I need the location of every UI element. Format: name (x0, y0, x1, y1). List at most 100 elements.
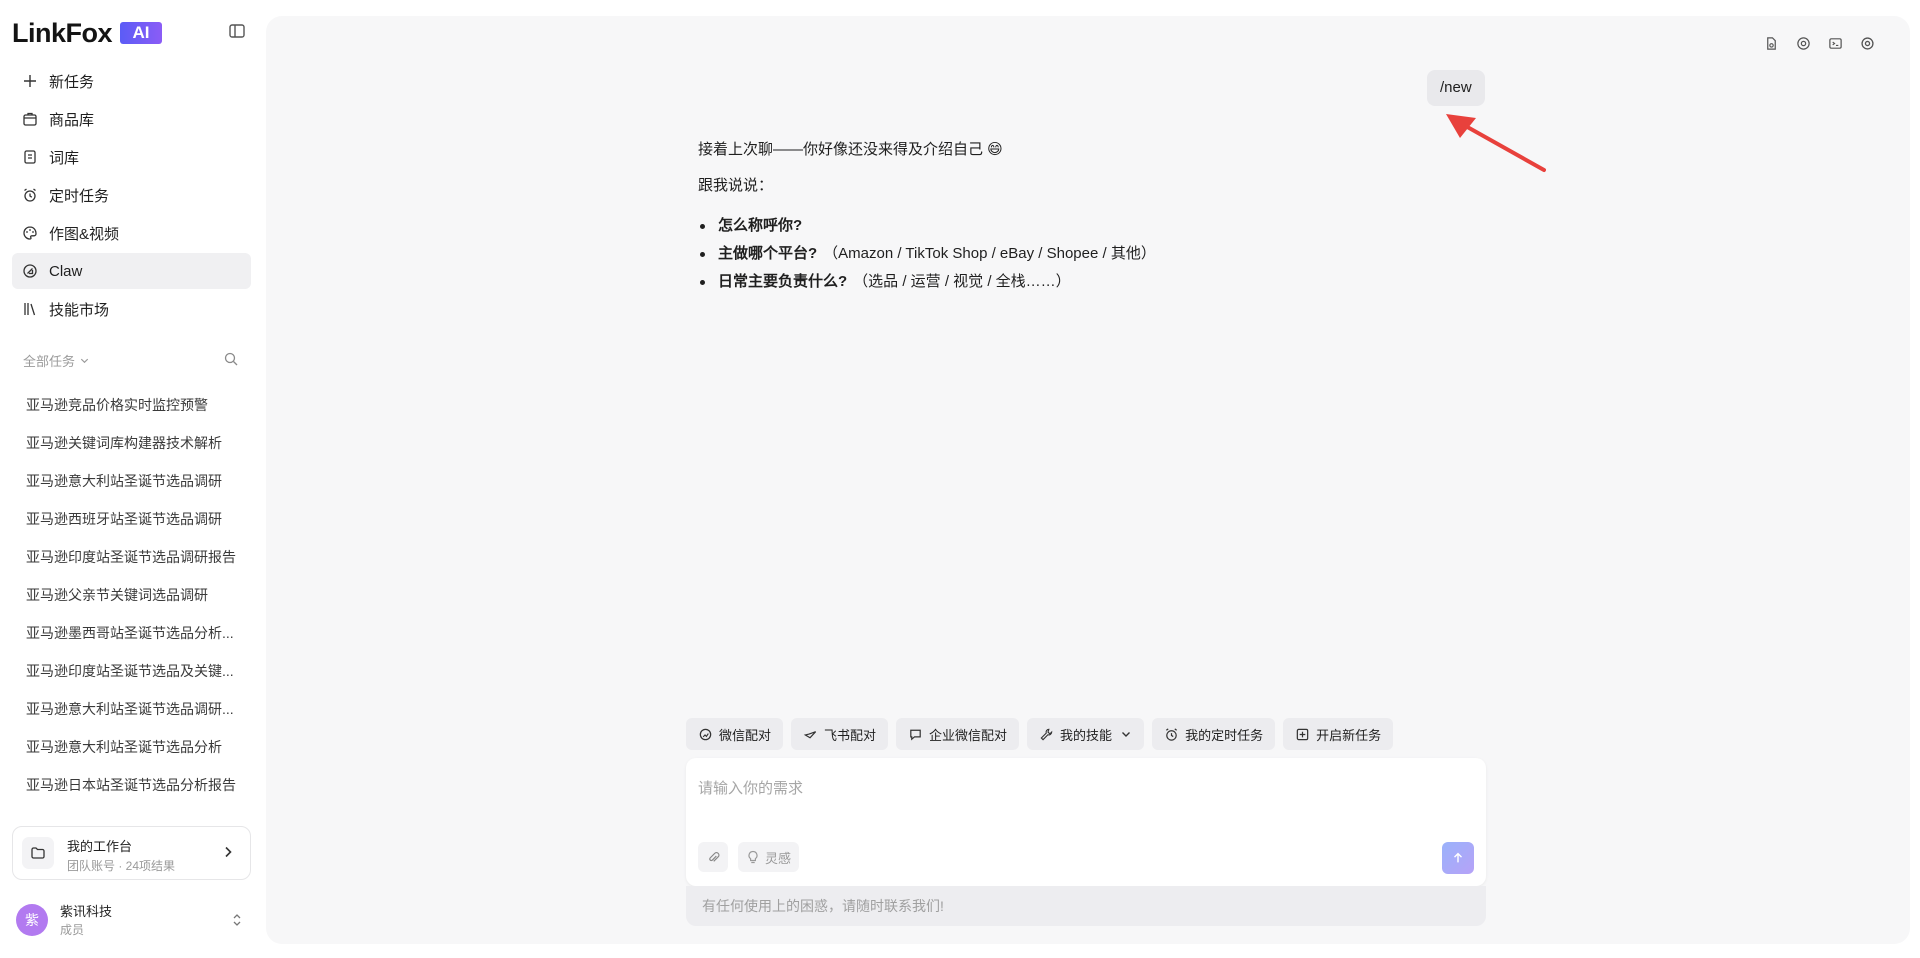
nav-label: 技能市场 (49, 301, 110, 319)
bullet-question: 主做哪个平台? (718, 245, 818, 262)
nav-label: 词库 (49, 149, 80, 167)
folder-icon (22, 837, 54, 869)
list-item: 日常主要负责什么? （选品 / 运营 / 视觉 / 全栈……） (698, 268, 1458, 296)
bullet-question: 怎么称呼你? (718, 217, 803, 234)
assistant-bullet-list: 怎么称呼你? 主做哪个平台? （Amazon / TikTok Shop / eB… (698, 212, 1458, 296)
wechat-pair-button[interactable]: 微信配对 (686, 718, 784, 750)
wrench-icon (1039, 727, 1054, 742)
paperclip-icon[interactable] (698, 842, 728, 872)
sidebar: LinkFox AI 新任务 商品库 词库 定时任务 作图&视频 Claw 技能… (0, 0, 264, 958)
chevron-updown-icon (230, 912, 244, 928)
inspiration-button[interactable]: 灵感 (738, 842, 800, 872)
bullet-question: 日常主要负责什么? (718, 273, 848, 290)
chevron-down-icon (79, 354, 90, 369)
avatar: 紫 (16, 904, 48, 936)
nav-item-lexicon[interactable]: 词库 (12, 139, 251, 175)
workspace-title: 我的工作台 (67, 839, 133, 854)
inspiration-label: 灵感 (765, 850, 792, 866)
feishu-icon (803, 727, 818, 742)
nav-item-new-task[interactable]: 新任务 (12, 63, 251, 99)
nav-item-scheduled-tasks[interactable]: 定时任务 (12, 177, 251, 213)
list-item: 怎么称呼你? (698, 212, 1458, 240)
nav-label: Claw (49, 262, 83, 280)
document-icon[interactable] (1762, 34, 1780, 52)
bullet-options: （Amazon / TikTok Shop / eBay / Shopee / … (823, 245, 1156, 262)
task-item[interactable]: 亚马逊关键词库构建器技术解析 (12, 424, 251, 462)
logo-badge: AI (120, 22, 162, 44)
claw-icon (22, 263, 38, 279)
sidebar-toggle-icon[interactable] (228, 22, 246, 40)
chip-label: 我的技能 (1060, 727, 1113, 743)
chevron-right-icon (220, 844, 236, 860)
assistant-line: 接着上次聊——你好像还没来得及介绍自己 😄 (698, 141, 1003, 158)
user-name: 紫讯科技 (60, 904, 113, 919)
logo[interactable]: LinkFox AI (12, 18, 252, 48)
task-item[interactable]: 亚马逊印度站圣诞节选品调研报告 (12, 538, 251, 576)
chip-label: 开启新任务 (1316, 727, 1382, 743)
task-item[interactable]: 亚马逊意大利站圣诞节选品调研 (12, 462, 251, 500)
search-icon[interactable] (223, 351, 239, 367)
logo-text: LinkFox (12, 18, 113, 48)
nav-item-skill-market[interactable]: 技能市场 (12, 291, 251, 327)
main-panel: /new 接着上次聊——你好像还没来得及介绍自己 😄 跟我说说： 怎么称呼你? … (266, 16, 1910, 944)
task-item[interactable]: 亚马逊意大利站圣诞节选品调研... (12, 690, 251, 728)
library-icon (22, 301, 38, 317)
target-icon[interactable] (1794, 34, 1812, 52)
task-item[interactable]: 亚马逊父亲节关键词选品调研 (12, 576, 251, 614)
tasks-filter-label: 全部任务 (23, 354, 76, 369)
alarm-clock-icon (1164, 727, 1179, 742)
plus-icon (22, 73, 38, 89)
task-list: 亚马逊竞品价格实时监控预警 亚马逊关键词库构建器技术解析 亚马逊意大利站圣诞节选… (12, 386, 251, 820)
chip-label: 我的定时任务 (1185, 727, 1264, 743)
nav-item-products[interactable]: 商品库 (12, 101, 251, 137)
chip-label: 企业微信配对 (929, 727, 1008, 743)
nav-item-claw[interactable]: Claw (12, 253, 251, 289)
nav-label: 商品库 (49, 111, 95, 129)
main-nav: 新任务 商品库 词库 定时任务 作图&视频 Claw 技能市场 (12, 63, 251, 329)
send-button[interactable] (1442, 842, 1474, 874)
arrow-up-icon (1454, 852, 1462, 863)
task-item[interactable]: 亚马逊日本站圣诞节选品分析报告 (12, 766, 251, 804)
task-item[interactable]: 亚马逊西班牙站圣诞节选品调研 (12, 500, 251, 538)
task-item[interactable]: 亚马逊墨西哥站圣诞节选品分析... (12, 614, 251, 652)
nav-item-image-video[interactable]: 作图&视频 (12, 215, 251, 251)
start-new-task-button[interactable]: 开启新任务 (1283, 718, 1394, 750)
wecom-pair-button[interactable]: 企业微信配对 (896, 718, 1020, 750)
task-item[interactable]: 亚马逊意大利站圣诞节选品分析 (12, 728, 251, 766)
assistant-message: 接着上次聊——你好像还没来得及介绍自己 😄 跟我说说： 怎么称呼你? 主做哪个平… (698, 136, 1458, 296)
tasks-filter[interactable]: 全部任务 (23, 354, 90, 369)
workspace-card[interactable]: 我的工作台 团队账号 · 24项结果 (12, 826, 251, 880)
task-item[interactable]: 亚马逊印度站圣诞节选品及关键... (12, 652, 251, 690)
palette-icon (22, 225, 38, 241)
prompt-input[interactable] (698, 768, 1468, 808)
book-icon (22, 149, 38, 165)
feishu-pair-button[interactable]: 飞书配对 (791, 718, 889, 750)
user-role: 成员 (60, 923, 85, 937)
my-scheduled-tasks-button[interactable]: 我的定时任务 (1152, 718, 1276, 750)
quick-actions: 微信配对 飞书配对 企业微信配对 我的技能 我的定时任务 开启新任务 (686, 718, 1394, 750)
my-skills-dropdown[interactable]: 我的技能 (1027, 718, 1145, 750)
help-footer-note: 有任何使用上的困惑，请随时联系我们! (686, 886, 1486, 926)
terminal-icon[interactable] (1826, 34, 1844, 52)
nav-label: 新任务 (49, 73, 95, 91)
wechat-icon (698, 727, 713, 742)
task-item[interactable]: 亚马逊竞品价格实时监控预警 (12, 386, 251, 424)
plus-square-icon (1295, 727, 1310, 742)
top-toolbar (1762, 34, 1876, 52)
settings-icon[interactable] (1858, 34, 1876, 52)
user-profile[interactable]: 紫 紫讯科技 成员 (14, 900, 250, 940)
list-item: 主做哪个平台? （Amazon / TikTok Shop / eBay / Sh… (698, 240, 1458, 268)
nav-label: 作图&视频 (49, 225, 120, 243)
bullet-options: （选品 / 运营 / 视觉 / 全栈……） (853, 273, 1071, 290)
chat-bubble-icon (908, 727, 923, 742)
bag-icon (22, 111, 38, 127)
chevron-down-icon (1120, 728, 1132, 740)
composer: 灵感 (686, 758, 1486, 886)
nav-label: 定时任务 (49, 187, 110, 205)
tasks-header: 全部任务 (23, 351, 239, 369)
lightbulb-icon (746, 850, 760, 864)
alarm-clock-icon (22, 187, 38, 203)
chip-label: 微信配对 (719, 727, 772, 743)
chip-label: 飞书配对 (824, 727, 877, 743)
assistant-line: 跟我说说： (698, 177, 774, 194)
